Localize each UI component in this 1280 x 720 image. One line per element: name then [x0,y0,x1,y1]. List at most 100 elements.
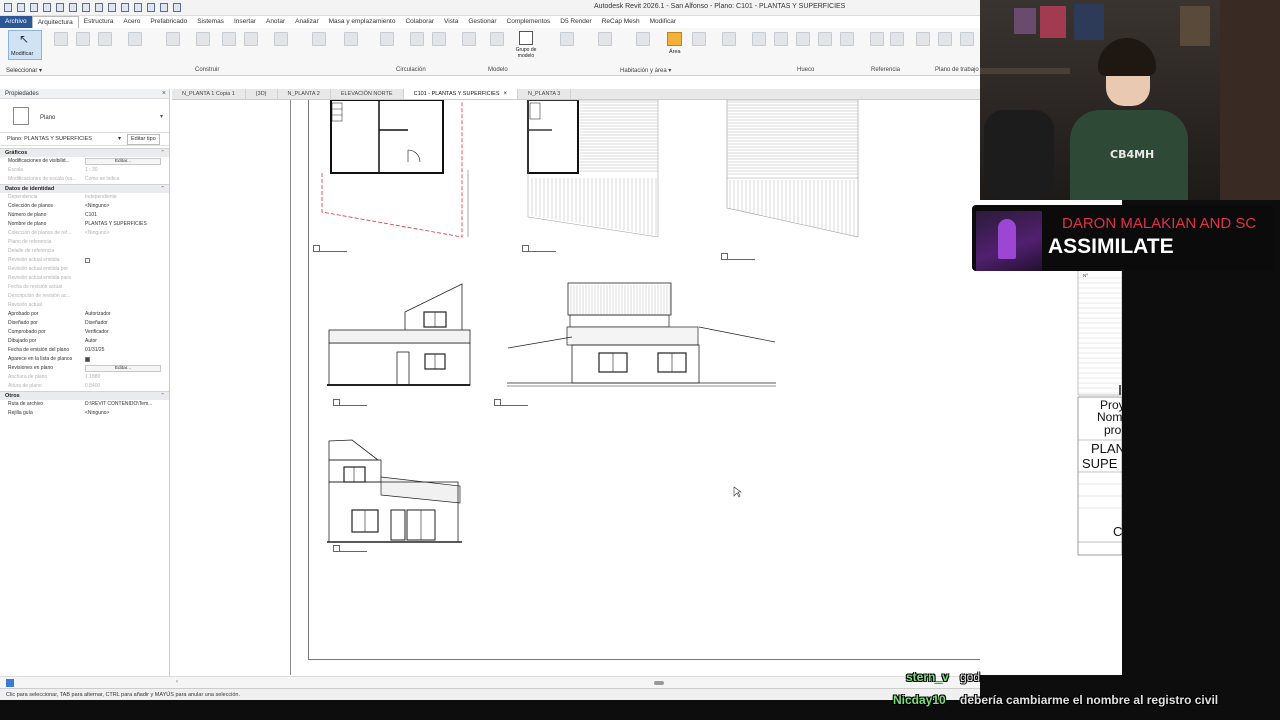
property-value[interactable]: 0.8400 [85,382,100,391]
horizontal-scrollbar[interactable] [654,681,664,685]
menu-vista[interactable]: Vista [439,16,463,28]
property-value[interactable]: C101 [85,211,97,220]
roof-icon[interactable] [196,32,210,46]
save-icon[interactable] [30,3,38,12]
window-icon[interactable] [98,32,112,46]
type-selector[interactable]: Plano ▾ [0,99,169,133]
vertical-opening-icon[interactable] [818,32,832,46]
model-group-button[interactable]: Grupo de modelo [512,31,540,63]
property-row[interactable]: Descripción de revisión ac... [0,292,169,301]
view-tab[interactable]: {3D} [246,89,278,99]
close-views-icon[interactable] [173,3,181,12]
property-row[interactable]: Altura de plano 0.8400 [0,382,169,391]
close-icon[interactable]: × [162,89,166,99]
edit-button[interactable]: Editar... [85,365,161,372]
menu-prefabricado[interactable]: Prefabricado [145,16,192,28]
property-value[interactable]: D:\REVIT CONTENIDO\Tem... [85,400,152,409]
property-row[interactable]: Fecha de emisión del plano 01/31/25 [0,346,169,355]
property-row[interactable]: Revisión actual [0,301,169,310]
worksharing-icon[interactable] [6,679,14,687]
property-value[interactable]: Diseñador [85,319,108,328]
close-icon[interactable]: × [504,91,508,97]
property-row[interactable]: Aparece en la lista de planos [0,355,169,364]
checkbox[interactable] [85,357,90,362]
3d-view-icon[interactable] [134,3,142,12]
grid-icon[interactable] [890,32,904,46]
property-row[interactable]: Colección de planos <Ninguno> [0,202,169,211]
model-text-icon[interactable] [462,32,476,46]
edit-type-button[interactable]: Editar tipo [127,134,160,145]
property-row[interactable]: Número de plano C101 [0,211,169,220]
dimension-icon[interactable] [108,3,116,12]
property-row[interactable]: Revisiones en plano Editar... [0,364,169,373]
property-row[interactable]: Dibujado por Autor [0,337,169,346]
property-value[interactable]: 01/31/25 [85,346,104,355]
door-icon[interactable] [76,32,90,46]
component-icon[interactable] [128,32,142,46]
view-tab[interactable]: ELEVACIÓN NORTE [331,89,404,99]
property-group[interactable]: Otros ⌃ [0,391,169,400]
property-row[interactable]: Nombre de plano PLANTAS Y SUPERFICIES [0,220,169,229]
column-icon[interactable] [166,32,180,46]
property-value[interactable]: <Ninguno> [85,229,109,238]
menu-arquitectura[interactable]: Arquitectura [31,15,79,29]
railing-icon[interactable] [380,32,394,46]
opening-by-face-icon[interactable] [752,32,766,46]
select-dropdown[interactable]: Seleccionar ▾ [6,67,42,74]
open-icon[interactable] [17,3,25,12]
wall-icon[interactable] [54,32,68,46]
mullion-icon[interactable] [344,32,358,46]
ceiling-icon[interactable] [222,32,236,46]
measure-icon[interactable] [95,3,103,12]
menu-archivo[interactable]: Archivo [0,16,32,28]
app-menu-icon[interactable] [4,3,12,12]
property-row[interactable]: Revisión actual emitida para [0,274,169,283]
property-value[interactable]: Autor [85,337,97,346]
curtain-grid-icon[interactable] [312,32,326,46]
property-row[interactable]: Detalle de referencia [0,247,169,256]
property-group[interactable]: Datos de identidad ⌃ [0,184,169,193]
print-icon[interactable] [82,3,90,12]
menu-sistemas[interactable]: Sistemas [192,16,229,28]
property-row[interactable]: Diseñado por Diseñador [0,319,169,328]
scroll-left-icon[interactable]: ‹ [176,679,178,685]
property-value[interactable]: PLANTAS Y SUPERFICIES [85,220,147,229]
level-icon[interactable] [870,32,884,46]
property-row[interactable]: Revisión actual emitida por [0,265,169,274]
area-boundary-icon[interactable] [692,32,706,46]
property-row[interactable]: Escala 1 : 30 [0,166,169,175]
checkbox[interactable] [85,258,90,263]
menu-recap-mesh[interactable]: ReCap Mesh [597,16,645,28]
shaft-icon[interactable] [774,32,788,46]
property-row[interactable]: Modificaciones de visibilid... Editar... [0,157,169,166]
text-icon[interactable] [121,3,129,12]
modify-button[interactable]: ↖ Modificar [8,30,42,60]
property-value[interactable]: <Ninguno> [85,409,109,418]
ref-plane-icon[interactable] [960,32,974,46]
property-row[interactable]: Anchura de plano 1.1880 [0,373,169,382]
menu-colaborar[interactable]: Colaborar [400,16,439,28]
property-value[interactable]: 1.1880 [85,373,100,382]
property-row[interactable]: Rejilla guía <Ninguno> [0,409,169,418]
menu-analizar[interactable]: Analizar [290,16,323,28]
floor-icon[interactable] [244,32,258,46]
dormer-icon[interactable] [840,32,854,46]
property-row[interactable]: Plano de referencia [0,238,169,247]
curtain-system-icon[interactable] [274,32,288,46]
undo-icon[interactable] [56,3,64,12]
show-work-plane-icon[interactable] [938,32,952,46]
property-row[interactable]: Colección de planos de ref... <Ninguno> [0,229,169,238]
ramp-icon[interactable] [410,32,424,46]
property-row[interactable]: Fecha de revisión actual [0,283,169,292]
menu-acero[interactable]: Acero [118,16,145,28]
view-tab[interactable]: N_PLANTA 1 Copia 1 [172,89,246,99]
room-separator-icon[interactable] [598,32,612,46]
tag-room-icon[interactable] [636,32,650,46]
property-value[interactable]: 1 : 30 [85,166,98,175]
property-row[interactable]: Ruta de archivo D:\REVIT CONTENIDO\Tem... [0,400,169,409]
menu-anotar[interactable]: Anotar [261,16,290,28]
menu-d5-render[interactable]: D5 Render [555,16,596,28]
property-row[interactable]: Revisión actual emitida [0,256,169,265]
sync-icon[interactable] [43,3,51,12]
property-value[interactable]: Autorizador [85,310,111,319]
